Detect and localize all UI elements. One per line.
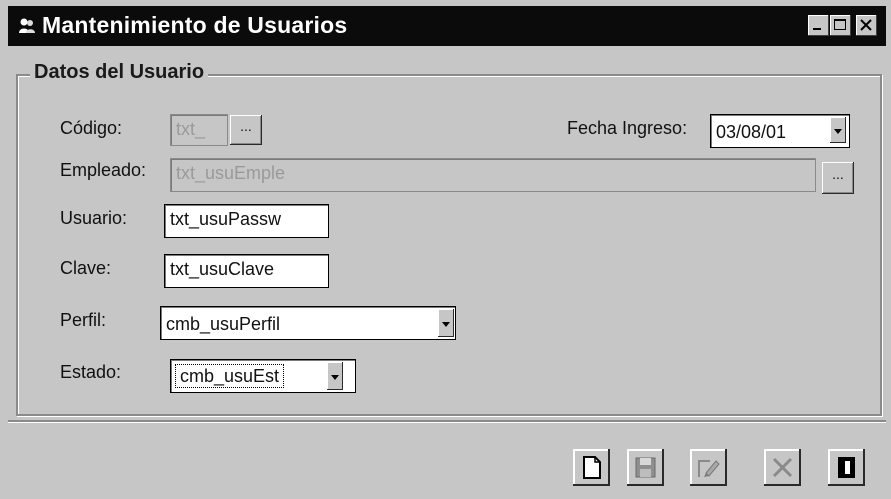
codigo-label: Código: bbox=[60, 118, 123, 138]
estado-value: cmb_usuEst bbox=[175, 364, 285, 388]
usuario-field[interactable]: txt_usuPassw bbox=[164, 204, 329, 238]
exit-button[interactable] bbox=[828, 449, 865, 486]
clave-label: Clave: bbox=[60, 258, 112, 278]
delete-button[interactable] bbox=[764, 449, 801, 486]
main-window: Mantenimiento de Usuarios Datos del Usua… bbox=[0, 0, 891, 499]
minimize-icon bbox=[813, 28, 821, 30]
toolbar-separator bbox=[8, 420, 886, 422]
close-button[interactable] bbox=[856, 15, 877, 36]
empleado-lookup-button[interactable]: ... bbox=[822, 162, 854, 194]
group-legend: Datos del Usuario bbox=[30, 61, 209, 84]
clave-field[interactable]: txt_usuClave bbox=[164, 254, 329, 288]
estado-label: Estado: bbox=[60, 362, 122, 382]
window-title: Mantenimiento de Usuarios bbox=[42, 12, 348, 38]
fecha-ingreso-value: 03/08/01 bbox=[716, 122, 787, 142]
empleado-field[interactable]: txt_usuEmple bbox=[170, 158, 816, 192]
save-button[interactable] bbox=[627, 449, 664, 486]
edit-button[interactable] bbox=[690, 449, 727, 486]
fecha-ingreso-label: Fecha Ingreso: bbox=[567, 118, 688, 138]
chevron-down-icon[interactable] bbox=[438, 309, 454, 337]
maximize-icon bbox=[834, 19, 846, 30]
perfil-select[interactable]: cmb_usuPerfil bbox=[160, 306, 456, 340]
empleado-label: Empleado: bbox=[60, 160, 147, 180]
app-icon bbox=[19, 18, 35, 33]
exit-icon bbox=[838, 457, 855, 478]
codigo-lookup-button[interactable]: ... bbox=[230, 115, 262, 145]
fecha-ingreso-picker[interactable]: 03/08/01 bbox=[710, 114, 850, 148]
title-bar[interactable]: Mantenimiento de Usuarios bbox=[8, 6, 886, 46]
perfil-value: cmb_usuPerfil bbox=[166, 314, 281, 334]
codigo-field[interactable]: txt_ bbox=[170, 114, 228, 146]
usuario-label: Usuario: bbox=[60, 208, 128, 228]
perfil-label: Perfil: bbox=[60, 310, 107, 330]
save-icon bbox=[635, 457, 656, 478]
edit-icon bbox=[698, 460, 720, 477]
new-document-icon bbox=[583, 456, 601, 479]
chevron-down-icon[interactable] bbox=[830, 117, 846, 143]
new-button[interactable] bbox=[573, 449, 610, 486]
close-icon bbox=[860, 19, 872, 31]
minimize-button[interactable] bbox=[808, 15, 829, 36]
maximize-button[interactable] bbox=[830, 15, 851, 36]
chevron-down-icon[interactable] bbox=[327, 362, 343, 390]
delete-icon bbox=[772, 457, 793, 478]
